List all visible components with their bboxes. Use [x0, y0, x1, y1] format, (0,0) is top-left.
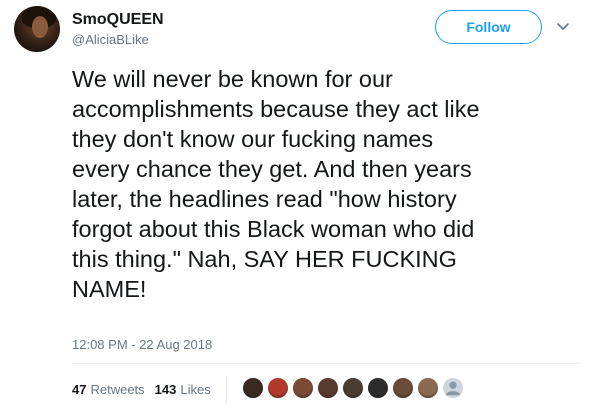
user-avatar[interactable]	[14, 6, 60, 52]
likes-label: Likes	[180, 382, 211, 397]
liker-avatar[interactable]	[292, 377, 314, 399]
stats-separator	[226, 376, 227, 404]
liker-avatar[interactable]	[267, 377, 289, 399]
likers-avatars	[242, 377, 467, 399]
retweets-count: 47	[72, 382, 87, 397]
chevron-down-icon[interactable]	[556, 20, 570, 34]
tweet-text: We will never be known for our accomplis…	[72, 66, 480, 302]
display-name[interactable]: SmoQUEEN	[72, 11, 164, 29]
likes-stat[interactable]: 143 Likes	[155, 382, 211, 397]
liker-default-avatar[interactable]	[442, 377, 464, 399]
user-handle[interactable]: @AliciaBLike	[72, 32, 149, 47]
follow-button[interactable]: Follow	[435, 10, 542, 44]
liker-avatar[interactable]	[342, 377, 364, 399]
liker-avatar[interactable]	[242, 377, 264, 399]
avatar-face	[32, 16, 48, 38]
liker-avatar[interactable]	[317, 377, 339, 399]
liker-avatar[interactable]	[367, 377, 389, 399]
liker-avatar[interactable]	[392, 377, 414, 399]
retweets-label: Retweets	[90, 382, 145, 397]
likes-count: 143	[154, 382, 177, 397]
divider	[72, 363, 580, 364]
retweets-stat[interactable]: 47 Retweets	[72, 382, 145, 397]
tweet-card: SmoQUEEN @AliciaBLike Follow We will nev…	[0, 0, 592, 410]
liker-avatar[interactable]	[417, 377, 439, 399]
tweet-timestamp[interactable]: 12:08 PM - 22 Aug 2018	[72, 337, 212, 352]
tweet-stats: 47 Retweets 143 Likes	[72, 382, 221, 397]
